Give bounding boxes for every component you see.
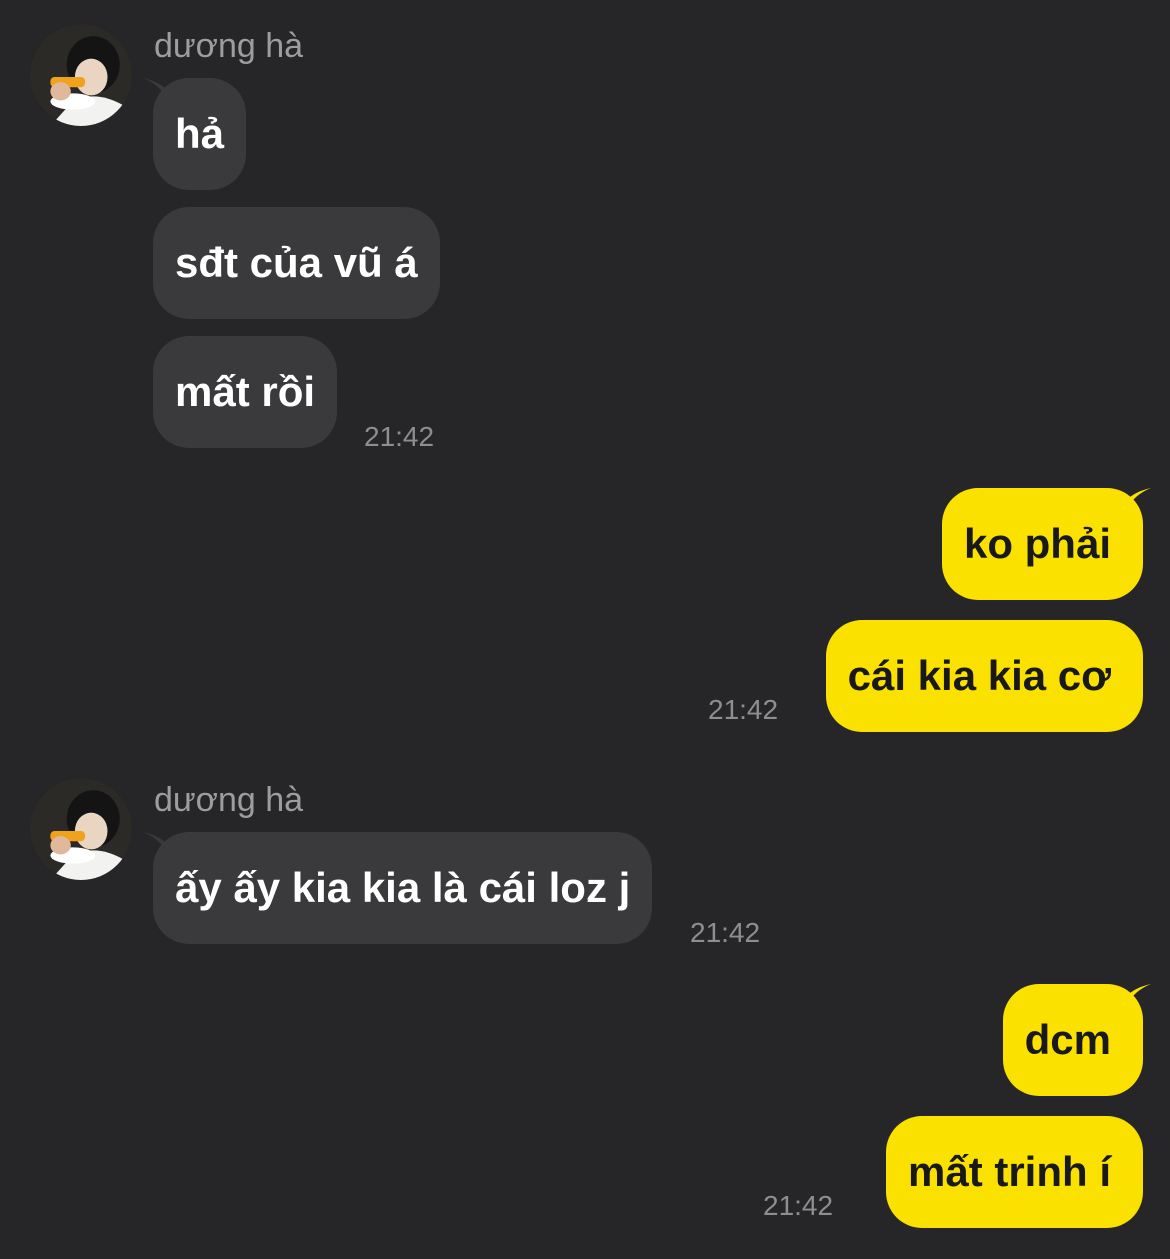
message-bubble[interactable]: mất trinh í: [885, 1116, 1143, 1228]
message-bubble[interactable]: ấy ấy kia kia là cái loz j: [153, 832, 653, 944]
message-bubble[interactable]: ko phải: [941, 488, 1143, 600]
user-avatar-icon: [30, 778, 132, 880]
message-bubble[interactable]: hả: [153, 78, 247, 190]
message-time: 21:42: [763, 1190, 834, 1221]
message-bubble[interactable]: dcm: [1002, 984, 1143, 1096]
sender-name: dương hà: [154, 781, 304, 819]
message-time: 21:42: [364, 421, 435, 452]
avatar[interactable]: [30, 778, 132, 880]
message-bubble[interactable]: cái kia kia cơ: [825, 620, 1143, 732]
chat-thread: dương hà hả sđt của vũ á mất rồi 21:42 k…: [0, 0, 1170, 1259]
sender-name: dương hà: [154, 27, 304, 65]
message-bubble[interactable]: sđt của vũ á: [153, 207, 440, 319]
message-time: 21:42: [690, 917, 761, 948]
user-avatar-icon: [30, 24, 132, 126]
message-bubble[interactable]: mất rồi: [153, 336, 338, 448]
avatar[interactable]: [30, 24, 132, 126]
message-time: 21:42: [708, 694, 779, 725]
